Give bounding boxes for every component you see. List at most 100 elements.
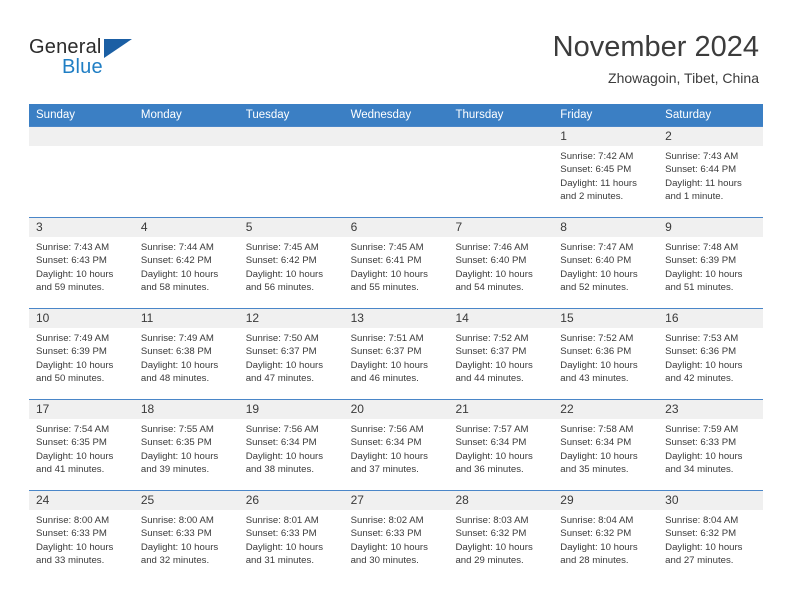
sunset-text: Sunset: 6:37 PM — [350, 346, 422, 358]
day-number[interactable]: 17 — [29, 400, 134, 419]
sunset-text: Sunset: 6:34 PM — [245, 437, 317, 449]
day-number[interactable]: 30 — [658, 491, 763, 510]
day-cell[interactable]: Sunrise: 7:56 AM Sunset: 6:34 PM Dayligh… — [239, 419, 344, 490]
daylight-text-line2: and 28 minutes. — [560, 555, 629, 567]
day-number[interactable]: 25 — [134, 491, 239, 510]
day-cell[interactable]: Sunrise: 7:44 AM Sunset: 6:42 PM Dayligh… — [134, 237, 239, 308]
day-number[interactable]: 22 — [553, 400, 658, 419]
day-cell[interactable]: Sunrise: 7:57 AM Sunset: 6:34 PM Dayligh… — [448, 419, 553, 490]
week-daynumber-band: 10 11 12 13 14 15 16 — [29, 309, 763, 328]
day-number[interactable]: 18 — [134, 400, 239, 419]
daylight-text-line2: and 59 minutes. — [36, 282, 105, 294]
day-cell[interactable]: Sunrise: 7:55 AM Sunset: 6:35 PM Dayligh… — [134, 419, 239, 490]
daylight-text-line2: and 44 minutes. — [455, 373, 524, 385]
day-cell[interactable] — [239, 146, 344, 217]
day-cell[interactable]: Sunrise: 7:43 AM Sunset: 6:44 PM Dayligh… — [658, 146, 763, 217]
daylight-text-line1: Daylight: 10 hours — [36, 541, 114, 553]
day-cell[interactable]: Sunrise: 7:56 AM Sunset: 6:34 PM Dayligh… — [344, 419, 449, 490]
sunset-text: Sunset: 6:35 PM — [36, 437, 107, 449]
day-number[interactable]: 21 — [448, 400, 553, 419]
sunset-text: Sunset: 6:32 PM — [665, 528, 737, 540]
sunset-text: Sunset: 6:41 PM — [350, 255, 422, 267]
day-number[interactable]: 15 — [553, 309, 658, 328]
day-number[interactable]: 23 — [658, 400, 763, 419]
day-cell[interactable]: Sunrise: 7:49 AM Sunset: 6:39 PM Dayligh… — [29, 328, 134, 399]
day-number[interactable]: 3 — [29, 218, 134, 237]
day-cell[interactable]: Sunrise: 8:02 AM Sunset: 6:33 PM Dayligh… — [344, 510, 449, 581]
day-cell[interactable]: Sunrise: 8:00 AM Sunset: 6:33 PM Dayligh… — [134, 510, 239, 581]
day-number[interactable]: 6 — [344, 218, 449, 237]
daylight-text-line1: Daylight: 10 hours — [350, 450, 428, 462]
day-cell[interactable]: Sunrise: 8:04 AM Sunset: 6:32 PM Dayligh… — [658, 510, 763, 581]
day-cell[interactable]: Sunrise: 7:42 AM Sunset: 6:45 PM Dayligh… — [553, 146, 658, 217]
sunrise-text: Sunrise: 7:55 AM — [140, 424, 214, 435]
day-number[interactable]: 11 — [134, 309, 239, 328]
day-cell[interactable]: Sunrise: 8:00 AM Sunset: 6:33 PM Dayligh… — [29, 510, 134, 581]
sunrise-text: Sunrise: 7:57 AM — [455, 424, 529, 435]
day-cell[interactable]: Sunrise: 7:47 AM Sunset: 6:40 PM Dayligh… — [553, 237, 658, 308]
daylight-text-line1: Daylight: 10 hours — [140, 541, 219, 553]
daylight-text-line2: and 27 minutes. — [665, 555, 734, 567]
day-number[interactable]: 5 — [239, 218, 344, 237]
day-cell[interactable]: Sunrise: 7:58 AM Sunset: 6:34 PM Dayligh… — [553, 419, 658, 490]
day-number[interactable]: 9 — [658, 218, 763, 237]
day-number[interactable]: 20 — [344, 400, 449, 419]
day-number[interactable]: 16 — [658, 309, 763, 328]
sunrise-text: Sunrise: 7:52 AM — [560, 333, 634, 344]
day-number[interactable] — [29, 127, 134, 146]
day-cell[interactable] — [448, 146, 553, 217]
day-cell[interactable]: Sunrise: 7:53 AM Sunset: 6:36 PM Dayligh… — [658, 328, 763, 399]
calendar-week-row: 10 11 12 13 14 15 16 Sunrise: 7:49 AM Su… — [29, 308, 763, 399]
day-cell[interactable]: Sunrise: 7:52 AM Sunset: 6:37 PM Dayligh… — [448, 328, 553, 399]
day-cell[interactable]: Sunrise: 7:49 AM Sunset: 6:38 PM Dayligh… — [134, 328, 239, 399]
daylight-text-line1: Daylight: 10 hours — [560, 450, 638, 462]
day-number[interactable]: 7 — [448, 218, 553, 237]
day-number[interactable]: 8 — [553, 218, 658, 237]
daylight-text-line2: and 56 minutes. — [245, 282, 314, 294]
day-number[interactable]: 24 — [29, 491, 134, 510]
daylight-text-line2: and 35 minutes. — [560, 464, 629, 476]
blue-triangle-icon — [104, 39, 132, 58]
day-number[interactable] — [134, 127, 239, 146]
sunset-text: Sunset: 6:42 PM — [245, 255, 317, 267]
day-cell[interactable] — [29, 146, 134, 217]
day-cell[interactable]: Sunrise: 7:45 AM Sunset: 6:41 PM Dayligh… — [344, 237, 449, 308]
day-cell[interactable]: Sunrise: 8:01 AM Sunset: 6:33 PM Dayligh… — [239, 510, 344, 581]
day-cell[interactable]: Sunrise: 7:48 AM Sunset: 6:39 PM Dayligh… — [658, 237, 763, 308]
day-number[interactable]: 26 — [239, 491, 344, 510]
sunset-text: Sunset: 6:44 PM — [665, 164, 737, 176]
general-blue-logo[interactable]: General Blue — [29, 36, 149, 82]
day-number[interactable]: 27 — [344, 491, 449, 510]
day-number[interactable]: 29 — [553, 491, 658, 510]
day-cell[interactable]: Sunrise: 7:52 AM Sunset: 6:36 PM Dayligh… — [553, 328, 658, 399]
day-cell[interactable]: Sunrise: 8:04 AM Sunset: 6:32 PM Dayligh… — [553, 510, 658, 581]
location-subtitle: Zhowagoin, Tibet, China — [608, 70, 759, 86]
day-cell[interactable]: Sunrise: 7:59 AM Sunset: 6:33 PM Dayligh… — [658, 419, 763, 490]
day-cell[interactable] — [134, 146, 239, 217]
day-number[interactable]: 19 — [239, 400, 344, 419]
day-cell[interactable]: Sunrise: 7:54 AM Sunset: 6:35 PM Dayligh… — [29, 419, 134, 490]
day-number[interactable]: 1 — [553, 127, 658, 146]
day-cell[interactable]: Sunrise: 7:43 AM Sunset: 6:43 PM Dayligh… — [29, 237, 134, 308]
day-number[interactable]: 13 — [344, 309, 449, 328]
day-cell[interactable] — [344, 146, 449, 217]
week-daynumber-band: 17 18 19 20 21 22 23 — [29, 400, 763, 419]
day-number[interactable] — [239, 127, 344, 146]
daylight-text-line1: Daylight: 11 hours — [665, 177, 742, 189]
day-cell[interactable]: Sunrise: 7:45 AM Sunset: 6:42 PM Dayligh… — [239, 237, 344, 308]
day-cell[interactable]: Sunrise: 7:51 AM Sunset: 6:37 PM Dayligh… — [344, 328, 449, 399]
day-number[interactable]: 10 — [29, 309, 134, 328]
day-number[interactable] — [448, 127, 553, 146]
day-number[interactable]: 28 — [448, 491, 553, 510]
day-cell[interactable]: Sunrise: 8:03 AM Sunset: 6:32 PM Dayligh… — [448, 510, 553, 581]
day-number[interactable]: 4 — [134, 218, 239, 237]
sunrise-text: Sunrise: 7:47 AM — [560, 242, 634, 253]
day-number[interactable]: 12 — [239, 309, 344, 328]
day-cell[interactable]: Sunrise: 7:50 AM Sunset: 6:37 PM Dayligh… — [239, 328, 344, 399]
week-detail-band: Sunrise: 7:42 AM Sunset: 6:45 PM Dayligh… — [29, 146, 763, 217]
day-number[interactable]: 14 — [448, 309, 553, 328]
daylight-text-line1: Daylight: 10 hours — [245, 359, 324, 371]
day-number[interactable]: 2 — [658, 127, 763, 146]
day-number[interactable] — [344, 127, 449, 146]
day-cell[interactable]: Sunrise: 7:46 AM Sunset: 6:40 PM Dayligh… — [448, 237, 553, 308]
